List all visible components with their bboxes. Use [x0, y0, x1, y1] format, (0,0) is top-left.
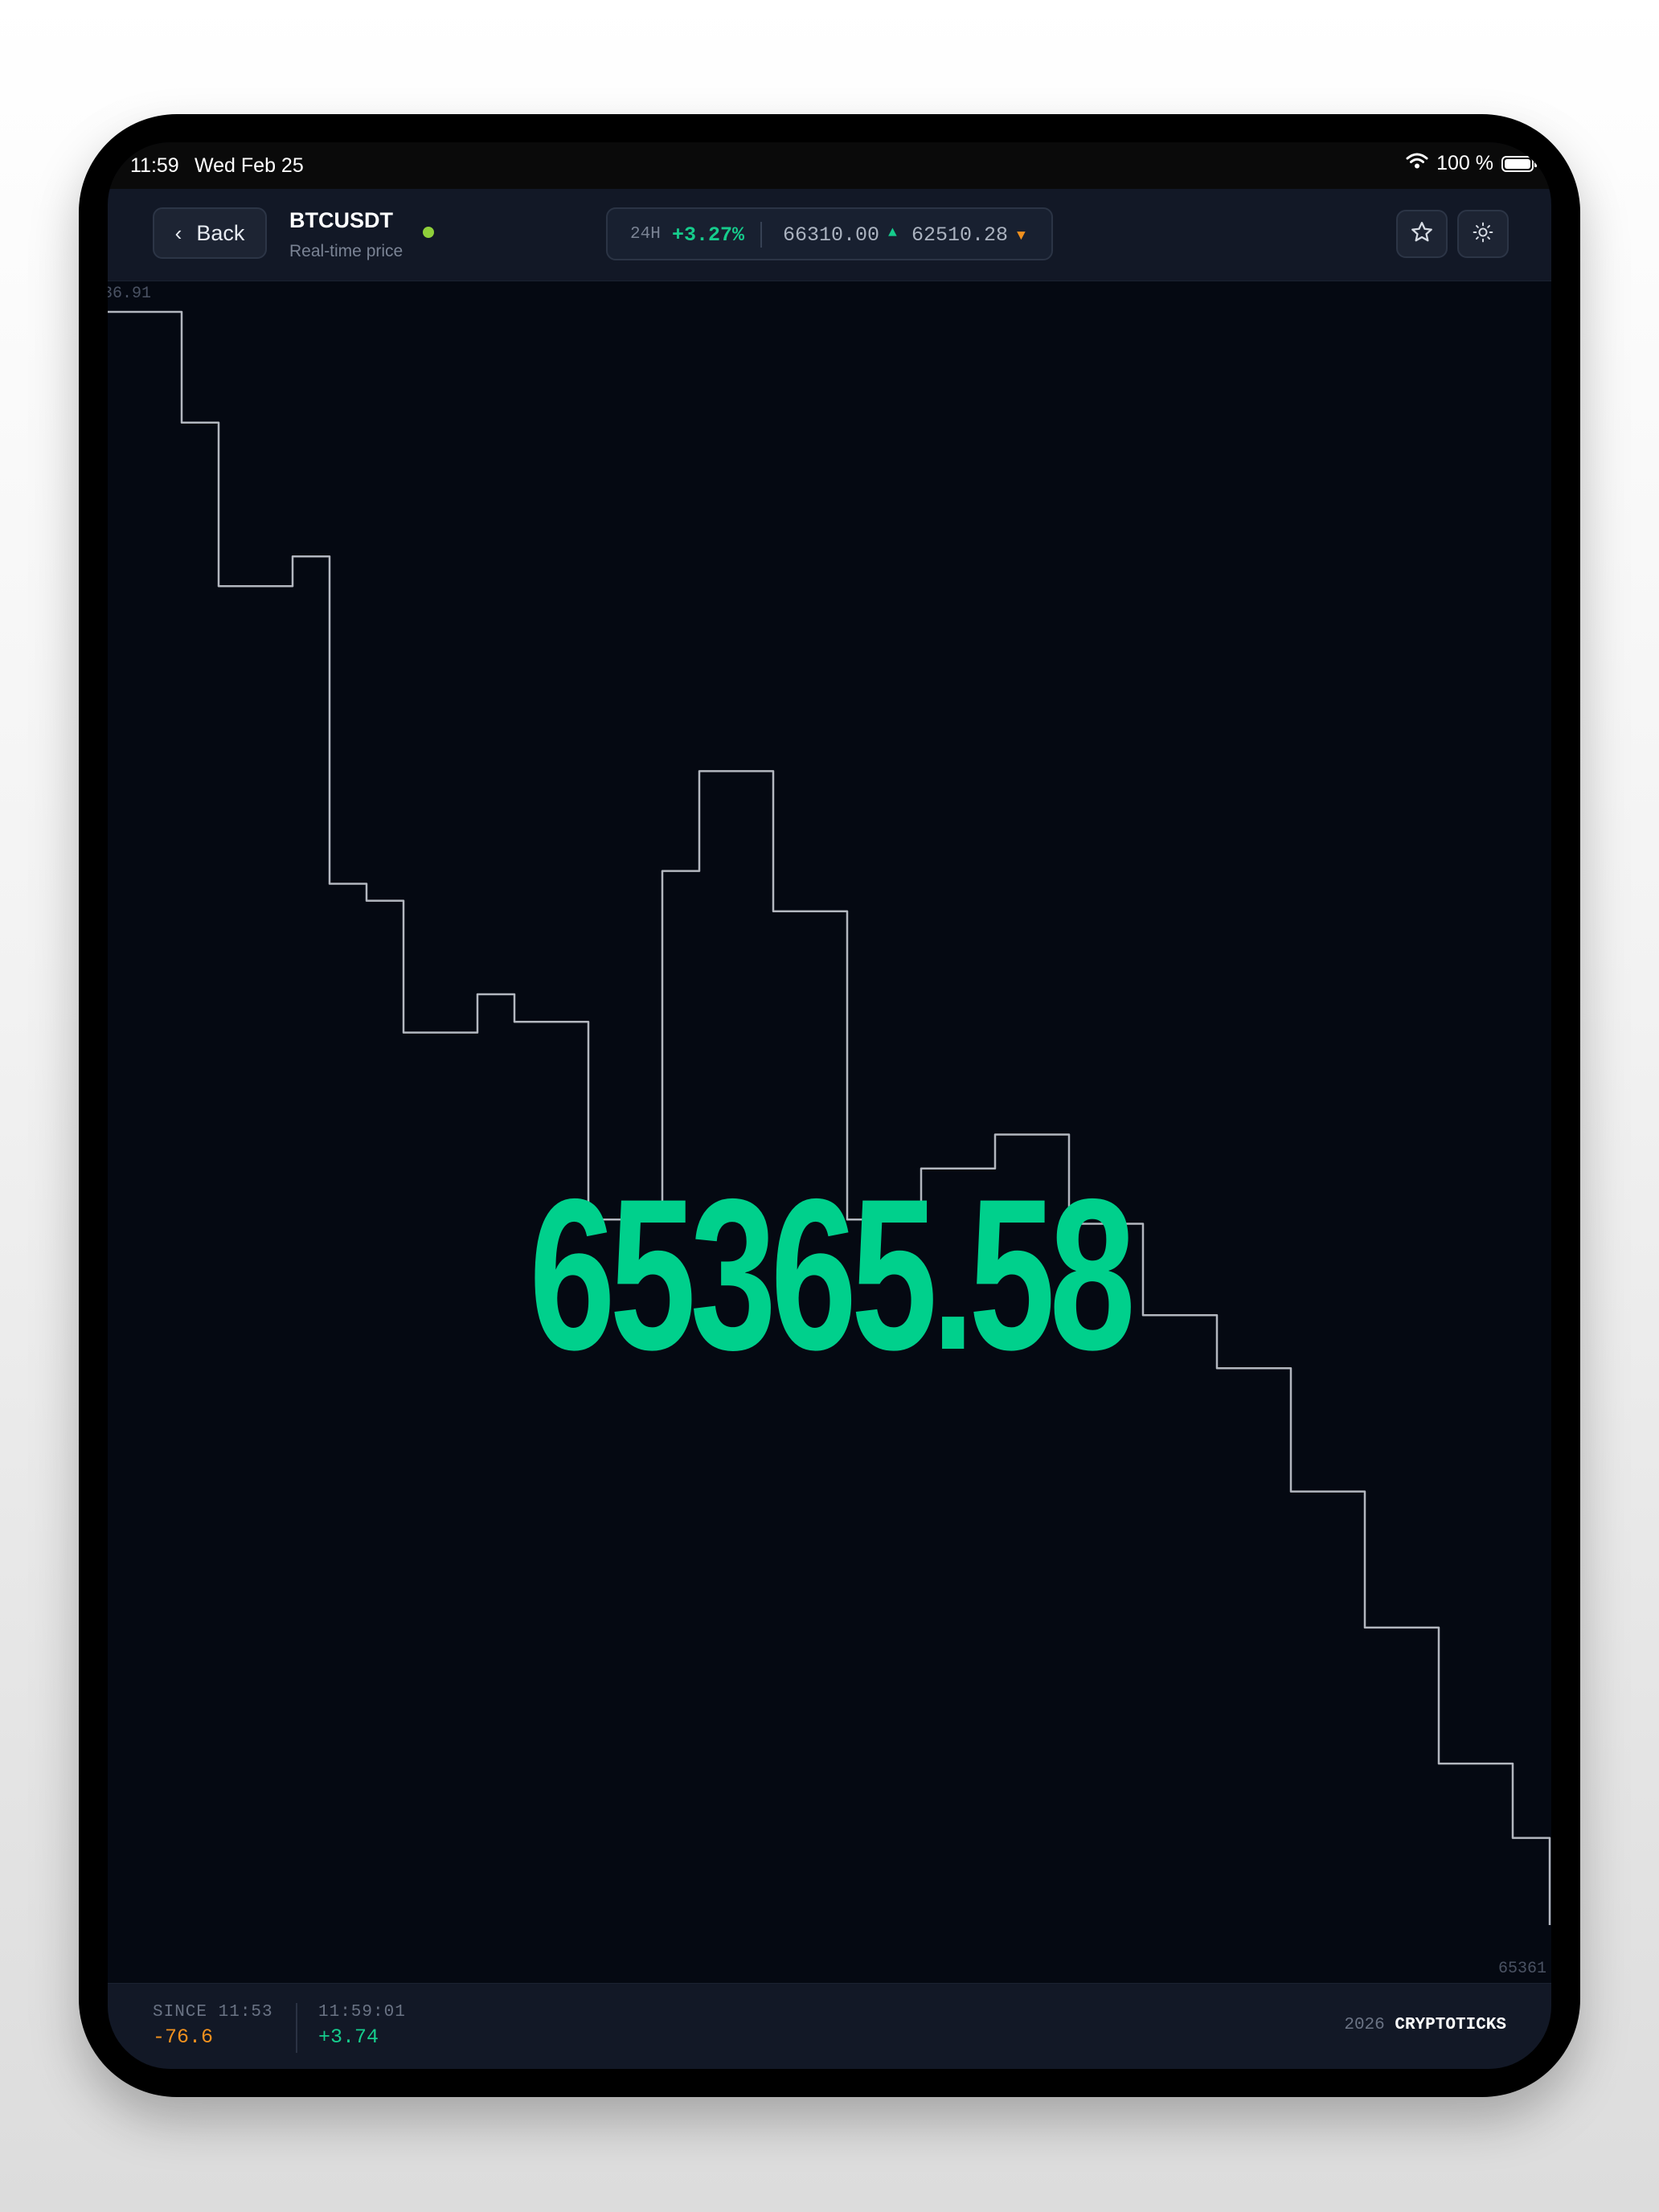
status-indicators: 100 % [1406, 152, 1537, 175]
footer-bar: SINCE 11:53 -76.6 11:59:01 +3.74 2026 CR… [108, 1983, 1551, 2069]
price-line [108, 310, 1551, 1925]
brand-mark: 2026 CRYPTOTICKS [1344, 2016, 1506, 2034]
period-label: 24H [630, 225, 661, 244]
sun-icon [1473, 222, 1493, 247]
back-button[interactable]: ‹ Back [153, 207, 267, 259]
app-header: ‹ Back BTCUSDT Real-time price 24H +3.27… [108, 189, 1551, 281]
triangle-down-icon: ▼ [1017, 228, 1026, 244]
favorite-button[interactable] [1396, 210, 1448, 258]
since-label: SINCE 11:53 [153, 2003, 273, 2022]
status-date: Wed Feb 25 [195, 154, 304, 177]
theme-toggle-button[interactable] [1457, 210, 1509, 258]
status-time: 11:59 [130, 154, 179, 177]
back-button-label: Back [196, 220, 245, 245]
footer-divider [296, 2003, 297, 2053]
price-chart: 36.91 65361 65365.58 [108, 281, 1551, 1983]
star-icon [1410, 220, 1434, 248]
last-tick-change: +3.74 [318, 2026, 379, 2049]
high-value: 66310.00 [783, 223, 880, 247]
stats-24h: 24H +3.27% 66310.00 ▲ 62510.28 ▼ [606, 207, 1053, 260]
symbol-title: BTCUSDT [289, 208, 393, 232]
wifi-icon [1406, 152, 1428, 175]
price-chart-svg [108, 310, 1551, 1925]
battery-icon [1501, 155, 1537, 172]
low-value: 62510.28 [911, 223, 1009, 247]
stats-divider [760, 222, 762, 248]
brand-name: CRYPTOTICKS [1395, 2016, 1506, 2034]
app-screen: 11:59 Wed Feb 25 100 % ‹ Back BTCUSDT Re… [108, 142, 1551, 2069]
status-bar: 11:59 Wed Feb 25 100 % [108, 142, 1551, 189]
battery-percent: 100 % [1436, 152, 1493, 174]
symbol-subtitle: Real-time price [289, 242, 403, 260]
axis-min-label: 65361 [1497, 1960, 1546, 1978]
chevron-left-icon: ‹ [174, 220, 182, 245]
live-indicator-dot [423, 227, 434, 238]
since-value: -76.6 [153, 2026, 214, 2049]
triangle-up-icon: ▲ [888, 225, 897, 241]
change-percent: +3.27% [672, 223, 745, 247]
last-tick-time: 11:59:01 [318, 2003, 406, 2022]
current-price: 65365.58 [529, 1153, 1135, 1395]
brand-year: 2026 [1344, 2016, 1385, 2034]
axis-max-label: 36.91 [108, 285, 152, 303]
